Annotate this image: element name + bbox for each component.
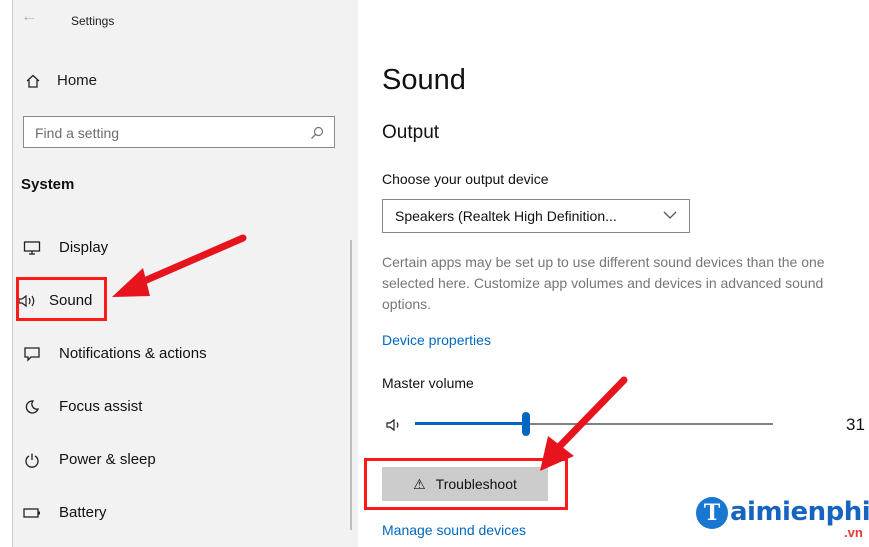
highlight-box-troubleshoot — [364, 458, 568, 510]
sidebar-item-label: Focus assist — [59, 398, 143, 415]
sidebar-item-label: Power & sleep — [59, 451, 156, 468]
master-volume-label: Master volume — [382, 375, 474, 391]
logo-brand: aimienphi — [730, 497, 869, 527]
sidebar-item-display[interactable]: Display — [21, 239, 108, 256]
output-heading: Output — [382, 122, 440, 143]
sidebar-item-power-sleep[interactable]: Power & sleep — [21, 451, 156, 468]
output-device-dropdown[interactable]: Speakers (Realtek High Definition... — [382, 199, 690, 233]
section-heading: System — [21, 176, 75, 193]
sidebar-item-notifications[interactable]: Notifications & actions — [21, 345, 207, 362]
sidebar-item-label: Notifications & actions — [59, 345, 207, 362]
sidebar-item-label: Display — [59, 239, 109, 256]
sidebar: ← Settings Home Find a setting System Di… — [13, 0, 358, 547]
sidebar-scrollbar[interactable] — [350, 240, 352, 530]
main-content: Sound Output Choose your output device S… — [358, 0, 869, 547]
sidebar-item-battery[interactable]: Battery — [21, 504, 107, 521]
sidebar-item-focus-assist[interactable]: Focus assist — [21, 398, 142, 415]
output-description: Certain apps may be set up to use differ… — [382, 254, 825, 312]
logo-suffix: .vn — [844, 525, 863, 540]
volume-icon[interactable] — [386, 418, 402, 432]
logo-initial: T — [696, 497, 728, 529]
settings-window: ← Settings Home Find a setting System Di… — [12, 0, 869, 547]
sidebar-item-label: Battery — [59, 504, 107, 521]
sidebar-item-home[interactable]: Home — [25, 72, 97, 89]
search-placeholder: Find a setting — [35, 125, 120, 141]
device-properties-link[interactable]: Device properties — [382, 332, 491, 348]
back-arrow-icon[interactable]: ← — [21, 8, 37, 26]
volume-slider-thumb[interactable] — [522, 412, 530, 436]
volume-slider-fill — [415, 422, 526, 425]
volume-value: 31 — [846, 415, 865, 434]
watermark-logo: T aimienphi .vn — [696, 497, 869, 540]
power-icon — [21, 452, 43, 468]
sidebar-item-label: Home — [57, 72, 98, 89]
monitor-icon — [21, 240, 43, 256]
dropdown-value: Speakers (Realtek High Definition... — [395, 208, 617, 224]
home-icon — [26, 74, 40, 88]
manage-sound-devices-link[interactable]: Manage sound devices — [382, 522, 526, 538]
window-title: Settings — [71, 14, 115, 28]
output-device-label: Choose your output device — [382, 171, 549, 187]
highlight-box-sound — [16, 277, 107, 321]
chevron-down-icon — [663, 211, 677, 219]
moon-icon — [21, 399, 43, 415]
page-title: Sound — [382, 64, 466, 96]
search-icon — [311, 126, 324, 139]
search-input[interactable]: Find a setting — [23, 116, 335, 148]
notification-icon — [21, 346, 43, 362]
battery-icon — [21, 507, 43, 519]
